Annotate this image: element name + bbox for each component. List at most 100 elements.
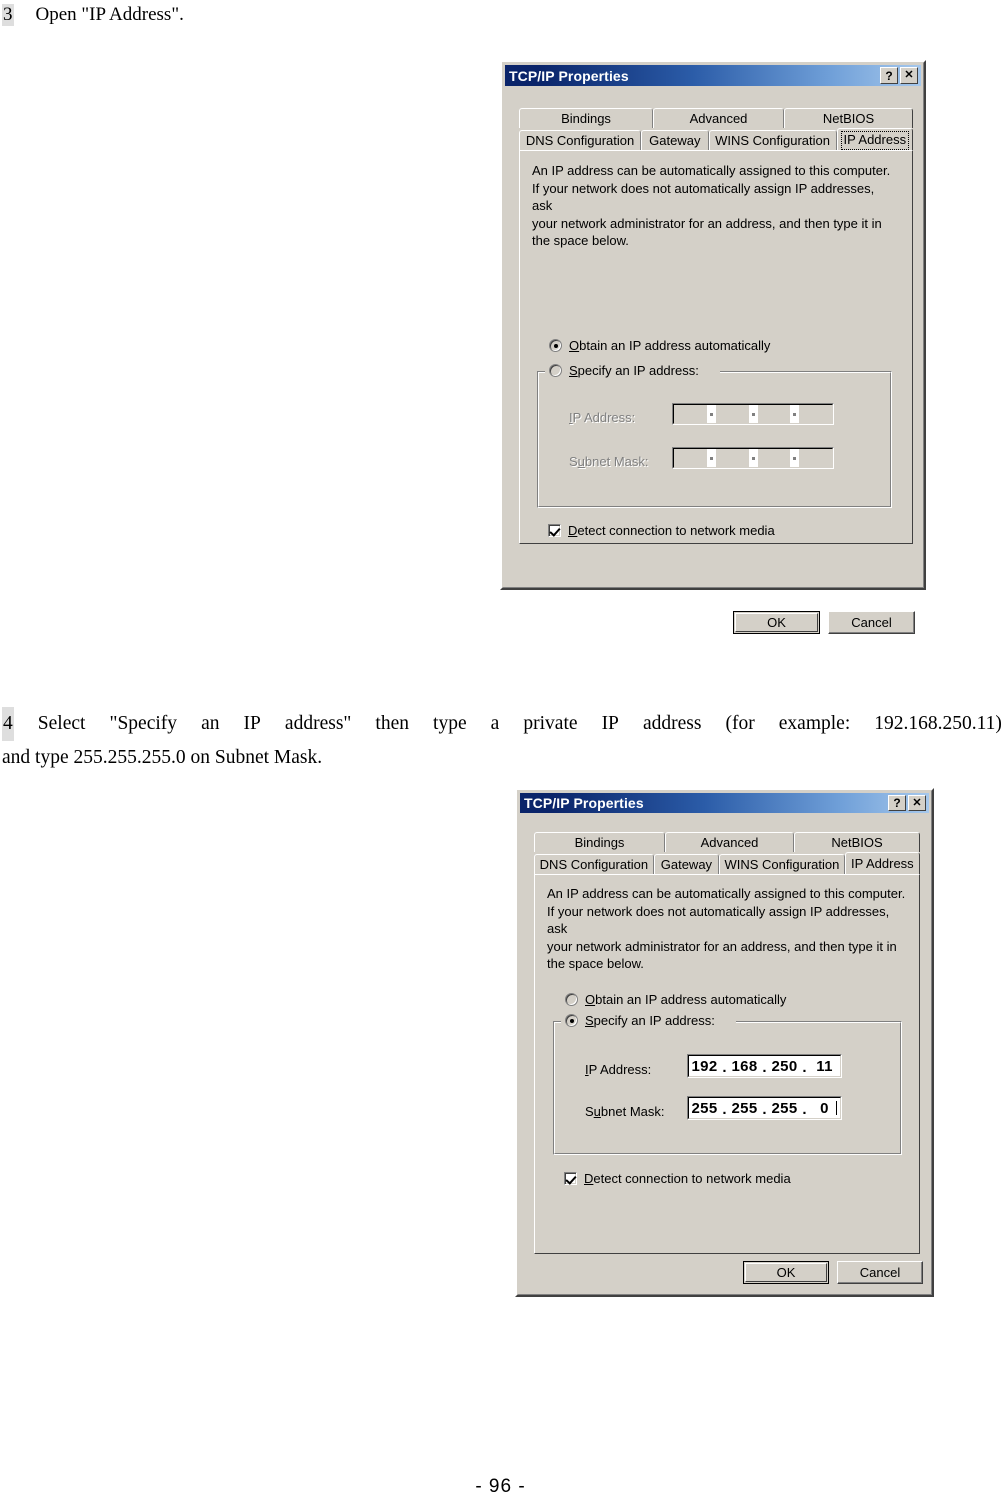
radio-obtain-ip-automatically-1[interactable]: Obtain an IP address automatically: [549, 338, 770, 353]
ip-dot-separator: [748, 405, 758, 423]
ip-octet-2-3[interactable]: 250: [769, 1058, 800, 1075]
tab-advanced[interactable]: Advanced: [653, 108, 784, 128]
tab-wins-configuration[interactable]: WINS Configuration: [719, 854, 845, 874]
step-4-paragraph: 4 Select "Specify an IP address" then ty…: [2, 707, 1001, 775]
tcpip-properties-dialog-2[interactable]: TCP/IP Properties ? ✕ Bindings Advanced …: [515, 788, 934, 1297]
page-footer: - 96 -: [475, 1476, 526, 1497]
tcpip-properties-dialog-1[interactable]: TCP/IP Properties ? ✕ Bindings Advanced …: [500, 60, 926, 634]
close-icon[interactable]: ✕: [908, 795, 926, 811]
subnet-octet-2-1[interactable]: 255: [689, 1100, 720, 1117]
tab-bindings-label: Bindings: [561, 111, 611, 126]
dialog-1-titlebar-buttons: ? ✕: [880, 67, 918, 84]
tab-gateway[interactable]: Gateway: [641, 130, 709, 150]
cancel-button-2[interactable]: Cancel: [837, 1261, 923, 1284]
tab-netbios[interactable]: NetBIOS: [794, 832, 920, 852]
ip-dot-separator: [748, 449, 758, 467]
tab-netbios[interactable]: NetBIOS: [784, 108, 913, 128]
step-4-word: (for: [725, 713, 755, 734]
step-4-word: address": [284, 713, 352, 734]
tab-wins-configuration[interactable]: WINS Configuration: [708, 130, 837, 150]
ok-button-label-2: OK: [776, 1265, 796, 1280]
cancel-button-1[interactable]: Cancel: [828, 611, 915, 634]
step-4-word: Select: [37, 713, 86, 734]
step-4-word: then: [375, 713, 409, 734]
dialog-1-tab-row-2: DNS Configuration Gateway WINS Configura…: [519, 128, 913, 150]
tab-advanced-label: Advanced: [689, 111, 748, 126]
radio-obtain-ip-automatically-indicator-1[interactable]: [549, 339, 562, 352]
ip-dot-separator: [706, 405, 716, 423]
detect-connection-checkbox-2[interactable]: [564, 1172, 577, 1185]
step-4-word: example:: [778, 713, 851, 734]
ok-button-1[interactable]: OK: [733, 611, 820, 634]
specify-ip-groupbox-2: [553, 1021, 902, 1155]
detect-connection-checkbox-1[interactable]: [548, 524, 561, 537]
ip-dot-separator: [706, 449, 716, 467]
step-3-number: 3: [2, 4, 14, 26]
radio-obtain-ip-automatically-2[interactable]: Obtain an IP address automatically: [565, 992, 786, 1007]
tab-dns-configuration-label: DNS Configuration: [539, 857, 649, 872]
dialog-1-tab-row-1: Bindings Advanced NetBIOS: [519, 108, 913, 128]
tab-netbios-label: NetBIOS: [831, 835, 883, 850]
ip-dot-separator: [790, 449, 800, 467]
tab-ip-address[interactable]: IP Address: [844, 852, 920, 874]
radio-specify-ip-address-indicator-2[interactable]: [565, 1014, 578, 1027]
step-3-text: Open "IP Address".: [35, 4, 184, 25]
dialog-2-titlebar-buttons: ? ✕: [888, 795, 926, 811]
step-4-word: "Specify: [109, 713, 178, 734]
cancel-button-label-1: Cancel: [851, 615, 892, 630]
radio-specify-ip-address-indicator-1[interactable]: [549, 364, 562, 377]
ip-dot-separator: [800, 1098, 809, 1118]
dialog-1-titlebar[interactable]: TCP/IP Properties ? ✕: [505, 65, 921, 86]
detect-connection-checkbox-row-1[interactable]: Detect connection to network media: [548, 523, 775, 538]
help-icon[interactable]: ?: [880, 67, 898, 84]
radio-specify-ip-address-label-2: Specify an IP address:: [585, 1013, 715, 1028]
tab-netbios-label: NetBIOS: [822, 111, 875, 126]
step-4-word: an: [201, 713, 220, 734]
ip-octet-2-2[interactable]: 168: [729, 1058, 760, 1075]
radio-obtain-ip-automatically-indicator-2[interactable]: [565, 993, 578, 1006]
subnet-mask-input-1[interactable]: [672, 447, 834, 469]
dialog-1-title: TCP/IP Properties: [509, 67, 629, 84]
subnet-mask-label-1: Subnet Mask:: [569, 454, 649, 469]
ip-dot-separator: [790, 405, 800, 423]
radio-specify-ip-address-2[interactable]: Specify an IP address:: [565, 1013, 715, 1028]
step-4-word: a: [490, 713, 500, 734]
tab-advanced-label: Advanced: [700, 835, 759, 850]
tab-wins-configuration-label: WINS Configuration: [715, 133, 830, 148]
tab-ip-address[interactable]: IP Address: [836, 128, 913, 150]
tab-bindings[interactable]: Bindings: [519, 108, 653, 128]
detect-connection-checkbox-row-2[interactable]: Detect connection to network media: [564, 1171, 791, 1186]
ip-octet-2-1[interactable]: 192: [689, 1058, 720, 1075]
ip-octet-2-4[interactable]: 11: [809, 1058, 840, 1075]
close-icon[interactable]: ✕: [900, 67, 918, 84]
ip-address-label-2: IP Address:: [585, 1062, 652, 1077]
dialog-2-title: TCP/IP Properties: [524, 795, 644, 811]
tab-wins-configuration-label: WINS Configuration: [724, 857, 840, 872]
ok-button-label-1: OK: [767, 615, 786, 630]
step-3-line: 3 Open "IP Address".: [2, 4, 184, 26]
ip-address-input-2[interactable]: 192 168 250 11: [687, 1054, 842, 1078]
tab-gateway[interactable]: Gateway: [653, 854, 720, 874]
step-4-word: type: [433, 713, 467, 734]
step-4-line-1: 4 Select "Specify an IP address" then ty…: [2, 707, 1001, 741]
subnet-mask-input-2[interactable]: 255 255 255 0: [687, 1096, 842, 1120]
radio-specify-ip-address-1[interactable]: Specify an IP address:: [549, 363, 699, 378]
tab-bindings[interactable]: Bindings: [534, 832, 665, 852]
tab-advanced[interactable]: Advanced: [665, 832, 794, 852]
ip-address-input-1[interactable]: [672, 403, 834, 425]
specify-ip-groupbox-1: [537, 371, 892, 508]
ip-dot-separator: [760, 1098, 769, 1118]
ok-button-2[interactable]: OK: [743, 1261, 829, 1284]
tab-dns-configuration-label: DNS Configuration: [525, 133, 635, 148]
help-icon[interactable]: ?: [888, 795, 906, 811]
ip-dot-separator: [720, 1056, 729, 1076]
tab-dns-configuration[interactable]: DNS Configuration: [534, 854, 654, 874]
tab-dns-configuration[interactable]: DNS Configuration: [519, 130, 642, 150]
subnet-octet-2-2[interactable]: 255: [729, 1100, 760, 1117]
step-4-word: IP: [601, 713, 619, 734]
dialog-2-titlebar[interactable]: TCP/IP Properties ? ✕: [520, 793, 929, 813]
radio-obtain-ip-automatically-label-2: Obtain an IP address automatically: [585, 992, 787, 1007]
step-4-line-2: and type 255.255.255.0 on Subnet Mask.: [2, 747, 323, 768]
cancel-button-label-2: Cancel: [859, 1265, 901, 1280]
subnet-octet-2-3[interactable]: 255: [769, 1100, 800, 1117]
